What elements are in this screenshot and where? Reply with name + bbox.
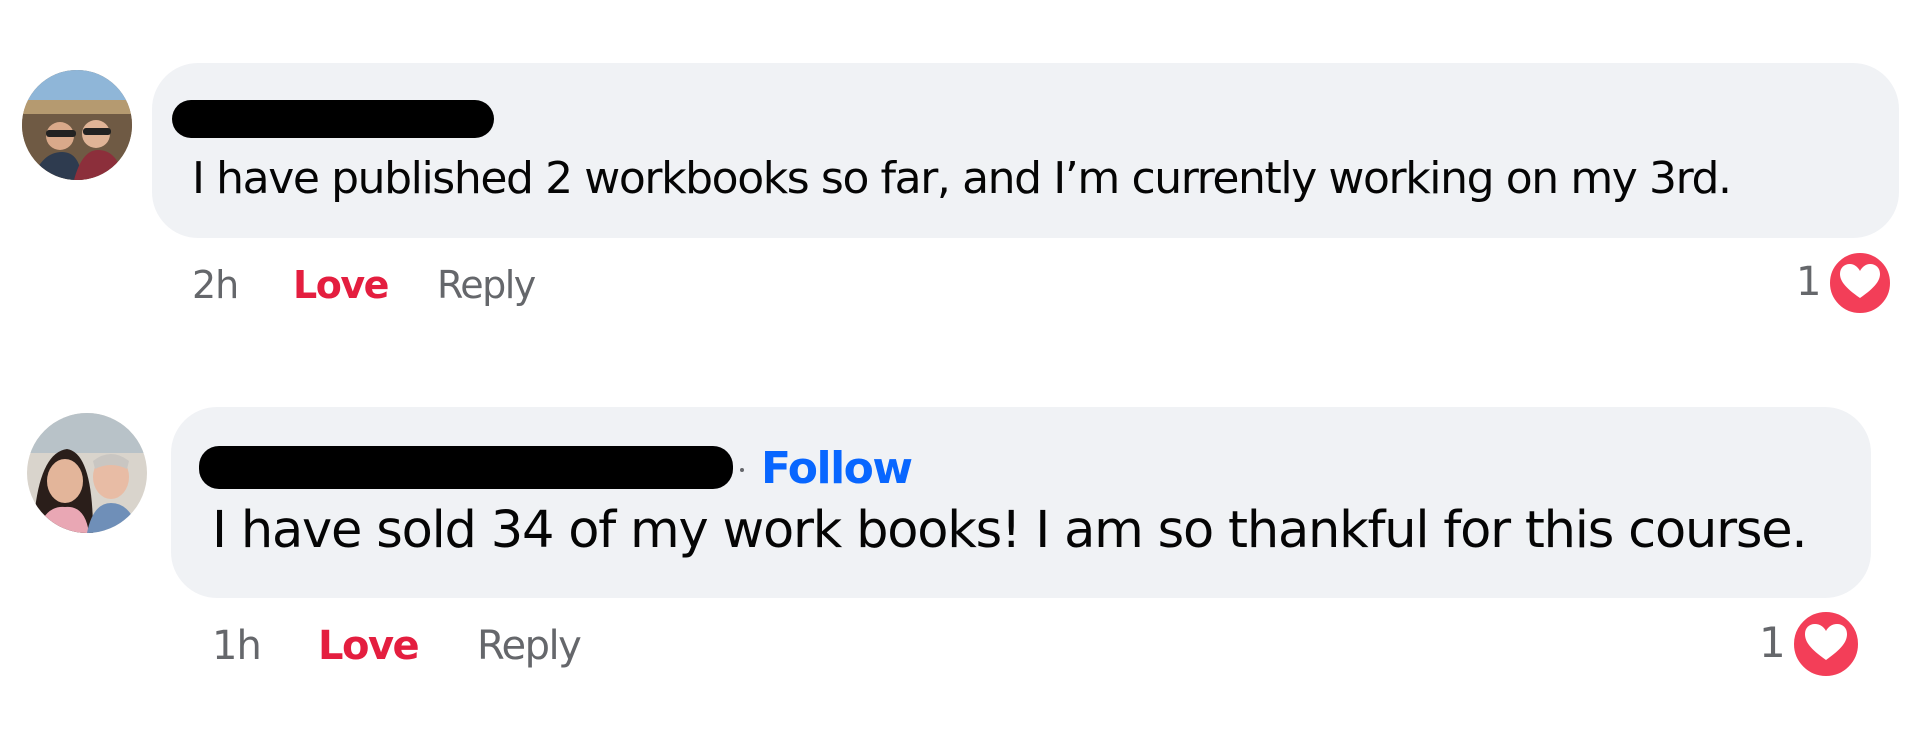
comment-text: I have sold 34 of my work books! I am so… bbox=[212, 501, 1808, 560]
comment-timestamp[interactable]: 1h bbox=[212, 622, 262, 670]
reaction-count[interactable]: 1 bbox=[1759, 618, 1786, 668]
follow-button[interactable]: Follow bbox=[761, 443, 913, 495]
heart-icon[interactable] bbox=[1791, 609, 1861, 679]
avatar-photo bbox=[27, 413, 147, 533]
heart-glyph bbox=[1805, 624, 1847, 660]
reply-button[interactable]: Reply bbox=[477, 622, 582, 670]
comment-2: Follow I have sold 34 of my work books! … bbox=[0, 0, 1920, 730]
separator-dot bbox=[740, 468, 744, 472]
love-reaction-button[interactable]: Love bbox=[318, 622, 420, 670]
commenter-avatar[interactable] bbox=[27, 413, 147, 533]
redacted-author-name bbox=[199, 446, 733, 489]
comment-bubble: Follow I have sold 34 of my work books! … bbox=[171, 407, 1871, 598]
